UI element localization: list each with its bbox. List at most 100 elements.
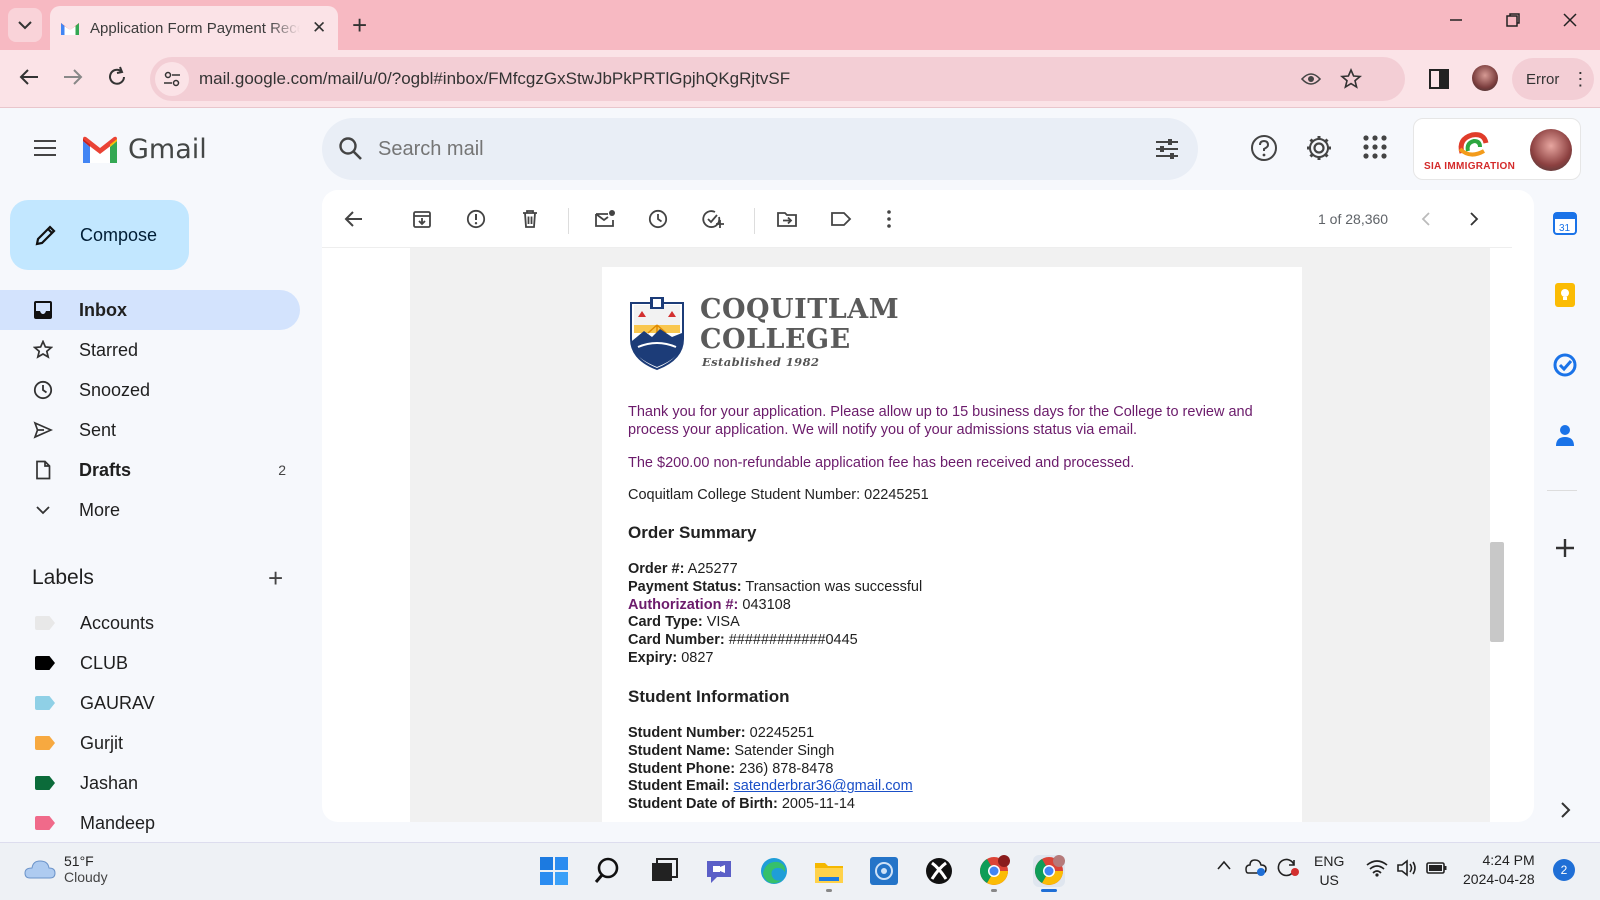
chrome-profile-icon[interactable] — [978, 855, 1010, 892]
start-menu-icon[interactable] — [538, 855, 570, 887]
main-menu-icon[interactable] — [33, 138, 57, 158]
minimize-icon[interactable] — [1448, 12, 1464, 28]
site-info-icon[interactable] — [155, 62, 189, 96]
mark-unread-icon[interactable] — [594, 209, 616, 229]
label-tag-icon — [35, 816, 55, 830]
keep-icon[interactable] — [1552, 282, 1578, 308]
add-label-button[interactable]: + — [268, 565, 283, 591]
label-icon[interactable] — [830, 209, 852, 229]
edge-browser-icon[interactable] — [758, 855, 790, 887]
order-details: Order #: A25277 Payment Status: Transact… — [628, 561, 922, 668]
forward-icon[interactable] — [62, 66, 84, 88]
restore-icon[interactable] — [1505, 12, 1521, 28]
label-item[interactable]: GAURAV — [0, 684, 300, 722]
student-email-link[interactable]: satenderbrar36@gmail.com — [734, 778, 913, 794]
browser-tab-active[interactable]: Application Form Payment Rece ✕ — [50, 6, 338, 50]
wifi-icon[interactable] — [1366, 859, 1388, 877]
language-indicator[interactable]: ENG US — [1314, 852, 1344, 890]
move-to-icon[interactable] — [776, 209, 798, 229]
field-value: 043108 — [742, 596, 791, 613]
nav-item-sent[interactable]: Sent — [0, 410, 300, 450]
settings-gear-icon[interactable] — [1305, 134, 1333, 162]
back-icon[interactable] — [18, 66, 40, 88]
task-view-icon[interactable] — [648, 855, 680, 887]
more-options-icon[interactable] — [884, 209, 894, 229]
bookmark-star-icon[interactable] — [1340, 68, 1362, 90]
volume-icon[interactable] — [1396, 859, 1418, 877]
help-icon[interactable] — [1250, 134, 1278, 162]
tab-close-icon[interactable]: ✕ — [312, 18, 326, 38]
eye-slash-icon[interactable] — [1300, 69, 1322, 89]
label-item[interactable]: CLUB — [0, 644, 300, 682]
newer-icon[interactable] — [1468, 211, 1480, 227]
reload-icon[interactable] — [106, 66, 128, 88]
nav-item-drafts[interactable]: Drafts 2 — [0, 450, 300, 490]
weather-widget[interactable]: 51°F Cloudy — [22, 853, 108, 885]
profile-avatar[interactable] — [1472, 65, 1498, 91]
contacts-icon[interactable] — [1552, 422, 1578, 448]
running-indicator — [991, 889, 997, 892]
account-avatar[interactable] — [1530, 129, 1572, 171]
add-to-tasks-icon[interactable] — [702, 209, 724, 229]
error-button[interactable]: Error ⋮ — [1512, 58, 1594, 100]
nav-label: Starred — [79, 339, 139, 360]
close-window-icon[interactable] — [1562, 12, 1578, 28]
message-panel: 1 of 28,360 COQUITLAM COLLEGE Establishe… — [322, 190, 1534, 822]
onedrive-icon[interactable] — [1244, 857, 1268, 877]
back-to-inbox-icon[interactable] — [344, 209, 364, 229]
field-value: ############0445 — [728, 632, 858, 649]
nav-item-starred[interactable]: Starred — [0, 330, 300, 370]
nav-item-inbox[interactable]: Inbox — [0, 290, 300, 330]
archive-icon[interactable] — [412, 209, 432, 229]
control-panel-icon[interactable] — [868, 855, 900, 887]
clock-icon — [33, 380, 53, 400]
teams-chat-icon[interactable] — [703, 855, 735, 887]
label-item[interactable]: Jashan — [0, 764, 300, 802]
nav-item-snoozed[interactable]: Snoozed — [0, 370, 300, 410]
older-icon[interactable] — [1420, 211, 1432, 227]
label-name: GAURAV — [80, 692, 155, 713]
tab-title: Application Form Payment Rece — [90, 19, 300, 37]
search-icon[interactable] — [338, 136, 364, 162]
chrome-active-icon[interactable] — [1033, 855, 1065, 892]
search-options-icon[interactable] — [1154, 137, 1180, 161]
search-bar[interactable] — [322, 118, 1198, 180]
battery-icon[interactable] — [1426, 859, 1448, 877]
error-label: Error — [1526, 70, 1560, 88]
report-spam-icon[interactable] — [466, 209, 486, 229]
get-addons-icon[interactable] — [1552, 535, 1578, 561]
new-tab-button[interactable]: + — [352, 10, 367, 41]
delete-icon[interactable] — [520, 209, 540, 229]
college-name-line2: COLLEGE — [700, 324, 851, 355]
label-item[interactable]: Mandeep — [0, 804, 300, 842]
snooze-icon[interactable] — [648, 209, 668, 229]
search-icon[interactable] — [593, 855, 625, 887]
side-panel-icon[interactable] — [1428, 68, 1450, 90]
xbox-icon[interactable] — [923, 855, 955, 887]
gmail-logo[interactable]: Gmail — [80, 134, 207, 165]
field-key: Order #: — [628, 561, 685, 577]
account-brand: SIA IMMIGRATION — [1424, 161, 1516, 172]
show-side-panel-icon[interactable] — [1552, 797, 1578, 823]
google-apps-icon[interactable] — [1362, 134, 1388, 160]
gmail-favicon-icon — [61, 23, 79, 35]
account-switcher[interactable]: SIA IMMIGRATION — [1413, 118, 1581, 180]
file-explorer-icon[interactable] — [813, 855, 845, 892]
system-clock[interactable]: 4:24 PM 2024-04-28 — [1463, 851, 1535, 889]
nav-item-more[interactable]: More — [0, 490, 300, 530]
show-hidden-icons[interactable] — [1216, 859, 1232, 871]
search-input[interactable] — [378, 137, 1118, 161]
scrollbar-thumb[interactable] — [1490, 542, 1504, 642]
label-item[interactable]: Accounts — [0, 604, 300, 642]
field-value: 236) 878-8478 — [739, 760, 834, 777]
sync-icon[interactable] — [1276, 857, 1300, 877]
tab-search-button[interactable] — [8, 8, 42, 42]
windows-taskbar: 51°F Cloudy ENG US 4:24 PM 2024-04-28 2 — [0, 842, 1600, 900]
notification-badge[interactable]: 2 — [1553, 859, 1575, 881]
browser-menu-icon[interactable]: ⋮ — [1571, 69, 1589, 90]
address-bar[interactable]: mail.google.com/mail/u/0/?ogbl#inbox/FMf… — [150, 57, 1405, 101]
tasks-icon[interactable] — [1552, 352, 1578, 378]
compose-button[interactable]: Compose — [10, 200, 189, 270]
label-item[interactable]: Gurjit — [0, 724, 300, 762]
calendar-icon[interactable]: 31 — [1552, 210, 1578, 236]
